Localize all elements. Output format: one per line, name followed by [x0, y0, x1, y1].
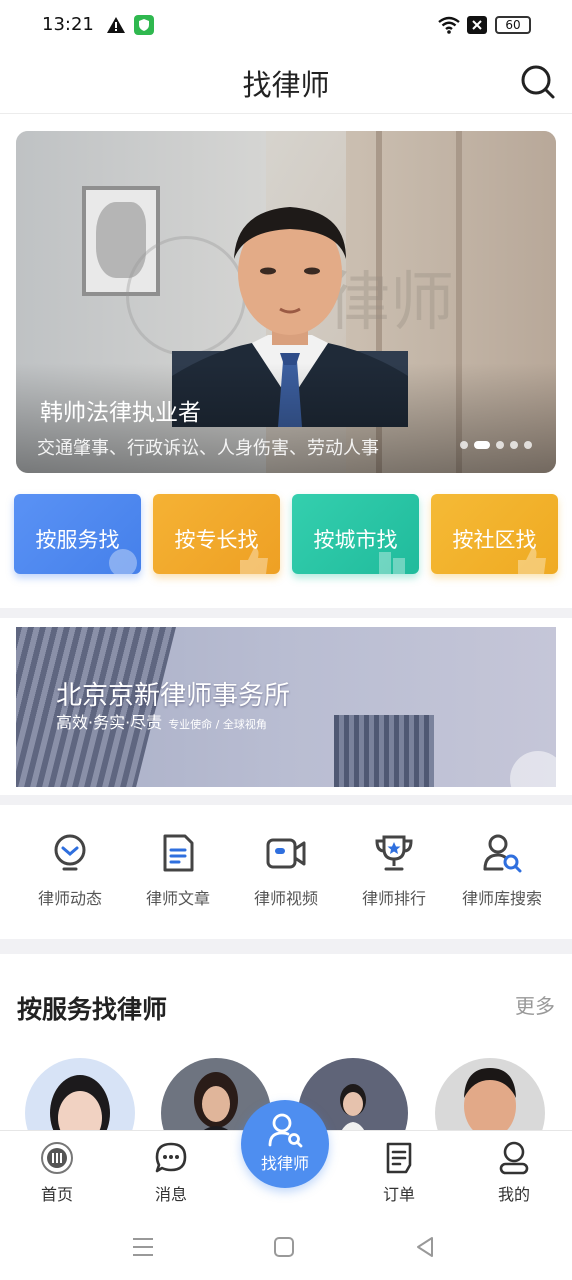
category-lawyer-news[interactable]: 律师动态: [15, 833, 125, 909]
section-divider: [0, 608, 572, 618]
section-title: 按服务找律师: [17, 995, 168, 1024]
find-lawyer-tab-button[interactable]: 找律师: [241, 1100, 329, 1188]
category-label: 律师排行: [361, 889, 426, 908]
search-icon[interactable]: [520, 64, 556, 100]
law-firm-banner[interactable]: 北京京新律师事务所 高效·务实·尽责 专业使命 / 全球视角: [16, 627, 556, 787]
nav-label: 我的: [497, 1185, 530, 1204]
banner-lawyer-specialties: 交通肇事、行政诉讼、人身伤害、劳动人事: [37, 438, 379, 459]
home-button-icon[interactable]: [270, 1233, 298, 1261]
service-deco-icon: [109, 549, 137, 574]
firm-name: 北京京新律师事务所: [56, 681, 291, 711]
chat-icon: [155, 1142, 187, 1173]
person-search-icon: [483, 834, 522, 873]
order-icon: [386, 1142, 412, 1174]
nav-orders[interactable]: 订单: [359, 1141, 439, 1205]
home-emblem-icon: [41, 1142, 73, 1174]
quick-find-row: 按服务找 按专长找 按城市找 按社区找: [14, 494, 558, 574]
category-lawyer-articles[interactable]: 律师文章: [123, 833, 233, 909]
firm-slogan-sub: 专业使命 / 全球视角: [168, 718, 267, 731]
nav-home[interactable]: 首页: [17, 1141, 97, 1205]
more-link[interactable]: 更多: [515, 990, 555, 1019]
battery-icon: 60: [495, 16, 531, 34]
status-time: 13:21: [42, 14, 94, 35]
shield-app-icon: [134, 15, 154, 35]
firm-banner-decoration: [510, 751, 556, 787]
firm-building-image: [334, 715, 434, 787]
carousel-dot: [524, 441, 532, 449]
profile-icon: [499, 1141, 529, 1175]
find-by-community-button[interactable]: 按社区找: [431, 494, 558, 574]
thumb-deco-icon: [518, 548, 546, 574]
category-label: 律师库搜索: [461, 889, 542, 908]
document-icon: [163, 834, 194, 872]
category-lawyer-search[interactable]: 律师库搜索: [447, 833, 557, 909]
battery-level: 60: [505, 18, 521, 32]
find-by-city-button[interactable]: 按城市找: [292, 494, 419, 574]
bulb-icon: [54, 834, 86, 871]
trophy-icon: [375, 835, 413, 871]
find-by-expertise-button[interactable]: 按专长找: [153, 494, 280, 574]
nav-label: 首页: [40, 1185, 73, 1204]
top-bar: 找律师: [0, 52, 572, 114]
category-label: 律师视频: [253, 889, 318, 908]
status-bar: 13:21 60: [0, 0, 572, 52]
firm-slogan-main: 高效·务实·尽责: [56, 713, 163, 732]
wifi-icon: [438, 16, 460, 34]
carousel-indicator: [460, 441, 532, 449]
find-lawyer-icon: [268, 1113, 303, 1148]
carousel-dot: [510, 441, 518, 449]
nav-label: 订单: [382, 1185, 415, 1204]
nav-messages[interactable]: 消息: [131, 1141, 211, 1205]
menu-icon[interactable]: [129, 1233, 157, 1261]
section-divider: [0, 795, 572, 805]
no-sim-icon: [467, 16, 487, 34]
section-divider: [0, 939, 572, 954]
nav-profile[interactable]: 我的: [474, 1141, 554, 1205]
carousel-dot: [460, 441, 468, 449]
warning-icon: [107, 17, 125, 33]
system-navigation-bar: [0, 1215, 572, 1280]
back-icon[interactable]: [411, 1233, 439, 1261]
category-grid: 律师动态 律师文章 律师视频 律师排行 律师库搜索: [0, 805, 572, 939]
thumb-deco-icon: [240, 548, 268, 574]
lawyer-banner-carousel[interactable]: 律师 韩帅法律执业者 交通肇事、行政诉讼、人身伤害、劳动人事: [16, 131, 556, 473]
page-title: 找律师: [242, 68, 330, 102]
fab-label: 找律师: [260, 1154, 309, 1173]
video-icon: [266, 838, 306, 869]
category-lawyer-videos[interactable]: 律师视频: [231, 833, 341, 909]
carousel-dot: [496, 441, 504, 449]
category-lawyer-ranking[interactable]: 律师排行: [339, 833, 449, 909]
category-label: 律师文章: [145, 889, 210, 908]
category-label: 律师动态: [37, 889, 102, 908]
building-deco-icon: [379, 552, 405, 574]
banner-lawyer-name: 韩帅法律执业者: [40, 400, 201, 426]
nav-label: 消息: [154, 1185, 187, 1204]
firm-slogan: 高效·务实·尽责 专业使命 / 全球视角: [56, 709, 267, 733]
carousel-dot-active: [474, 441, 490, 449]
find-by-service-button[interactable]: 按服务找: [14, 494, 141, 574]
